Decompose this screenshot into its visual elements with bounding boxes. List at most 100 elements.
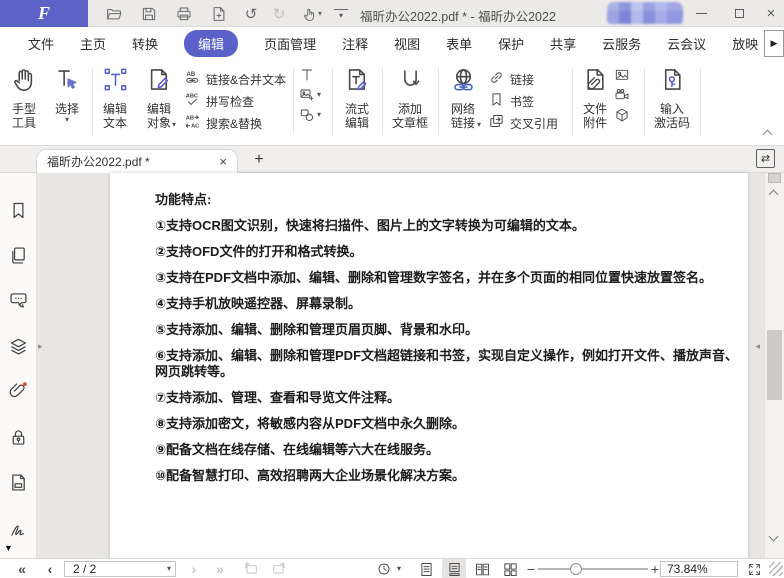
- single-page-view-button[interactable]: [414, 559, 438, 578]
- redo-icon[interactable]: ↻: [269, 4, 289, 24]
- split-view-handle[interactable]: [768, 173, 781, 183]
- sidebar-item-bookmarks[interactable]: [8, 200, 29, 221]
- link-merge-text-button[interactable]: 链接&合并文本: [184, 69, 286, 90]
- facing-view-button[interactable]: [470, 559, 494, 578]
- add-article-box-button[interactable]: 添加 文章框: [386, 66, 434, 130]
- file-attachment-button[interactable]: 文件 附件: [575, 66, 615, 130]
- sidebar-item-layers[interactable]: [8, 336, 29, 357]
- expand-left-panel-handle[interactable]: ▸: [38, 341, 43, 352]
- menu-tab-edit[interactable]: 编辑: [184, 30, 238, 57]
- menu-tab-file[interactable]: 文件: [28, 34, 54, 53]
- menu-tab-form[interactable]: 表单: [446, 34, 472, 53]
- menu-overflow-button[interactable]: ▶: [764, 30, 784, 57]
- flow-edit-button[interactable]: 流式 编辑: [336, 66, 378, 130]
- sidebar-item-attachments[interactable]: [8, 380, 29, 401]
- zoom-slider[interactable]: [538, 568, 648, 570]
- zoom-slider-thumb[interactable]: [570, 563, 582, 575]
- sidebar-item-security[interactable]: [8, 427, 29, 448]
- activation-code-button[interactable]: 输入 激活码: [648, 66, 696, 130]
- zoom-percentage-input[interactable]: 73.84%: [660, 561, 738, 577]
- text-line: ⑦支持添加、管理、查看和导览文件注释。: [155, 390, 740, 406]
- cross-reference-icon: [488, 113, 505, 135]
- bookmark-button[interactable]: 书签: [488, 91, 534, 112]
- sidebar-item-pages[interactable]: [8, 245, 29, 266]
- spell-check-button[interactable]: 拼写检查: [184, 91, 254, 112]
- reading-timer-button[interactable]: [374, 559, 394, 578]
- menu-tab-view[interactable]: 视图: [394, 34, 420, 53]
- menu-tab-convert[interactable]: 转换: [132, 34, 158, 53]
- previous-page-button[interactable]: ‹: [42, 559, 58, 578]
- edit-text-button[interactable]: 编辑 文本: [94, 66, 136, 130]
- next-view-button[interactable]: [268, 559, 290, 578]
- fit-page-button[interactable]: [744, 559, 764, 578]
- account-avatar-blurred[interactable]: [607, 2, 683, 24]
- add-shape-caret-icon: ▾: [317, 111, 321, 119]
- resize-grip[interactable]: [769, 562, 783, 576]
- close-icon: ×: [767, 5, 776, 22]
- text-line: ③支持在PDF文档中添加、编辑、删除和管理数字签名，并在多个页面的相同位置快速放…: [155, 270, 740, 286]
- scroll-down-icon[interactable]: [769, 532, 779, 542]
- hand-tool-button[interactable]: 手型 工具: [2, 66, 46, 130]
- panel-swap-button[interactable]: ⇄: [756, 149, 775, 168]
- scroll-up-icon[interactable]: [769, 190, 779, 200]
- minimize-button[interactable]: [686, 0, 716, 26]
- print-icon[interactable]: [174, 4, 194, 24]
- insert-3d-button[interactable]: [614, 107, 630, 123]
- select-tool-icon: [54, 66, 81, 98]
- expand-right-panel-handle[interactable]: ◂: [755, 341, 760, 352]
- add-image-button[interactable]: ▾: [299, 87, 321, 103]
- customize-toolbar-icon[interactable]: ▾: [334, 9, 348, 21]
- continuous-facing-view-button[interactable]: [498, 559, 522, 578]
- insert-video-button[interactable]: [614, 87, 630, 103]
- sidebar-item-fields[interactable]: [8, 472, 29, 493]
- menu-tab-page-management[interactable]: 页面管理: [264, 34, 316, 53]
- add-text-button[interactable]: [299, 67, 321, 83]
- edit-object-caret-icon: ▾: [172, 121, 176, 129]
- insert-image-button[interactable]: [614, 67, 630, 83]
- menu-tab-cloud-meeting[interactable]: 云会议: [667, 34, 706, 53]
- undo-icon[interactable]: ↺: [241, 4, 261, 24]
- new-tab-button[interactable]: +: [248, 149, 270, 171]
- menu-tab-cloud-service[interactable]: 云服务: [602, 34, 641, 53]
- first-page-button[interactable]: «: [12, 559, 32, 578]
- add-shape-button[interactable]: ▾: [299, 107, 321, 123]
- menu-tab-comment[interactable]: 注释: [342, 34, 368, 53]
- menu-tab-protect[interactable]: 保护: [498, 34, 524, 53]
- zoom-out-button[interactable]: −: [524, 559, 538, 578]
- touch-mode-caret-icon[interactable]: ▾: [315, 4, 325, 24]
- link-button[interactable]: 链接: [488, 69, 534, 90]
- sidebar-item-comments[interactable]: [8, 290, 29, 311]
- document-viewport[interactable]: 功能特点: ①支持OCR图文识别，快速将扫描件、图片上的文字转换为可编辑的文本。…: [37, 173, 764, 558]
- menu-tab-slideshow[interactable]: 放映: [732, 34, 758, 53]
- activation-code-icon: [659, 66, 686, 98]
- file-attachment-icon: [582, 66, 609, 98]
- menu-tab-home[interactable]: 主页: [80, 34, 106, 53]
- open-file-icon[interactable]: [104, 4, 124, 24]
- previous-view-button[interactable]: [240, 559, 262, 578]
- document-tab[interactable]: 福昕办公2022.pdf * ×: [36, 149, 238, 173]
- tab-close-icon[interactable]: ×: [219, 154, 227, 169]
- new-document-icon[interactable]: [209, 4, 229, 24]
- save-icon[interactable]: [139, 4, 159, 24]
- add-article-box-icon: [397, 66, 424, 98]
- text-line: ⑤支持添加、编辑、删除和管理页眉页脚、背景和水印。: [155, 322, 740, 338]
- sidebar-item-signatures[interactable]: [8, 518, 29, 539]
- scrollbar-thumb[interactable]: [767, 330, 782, 400]
- cross-reference-button[interactable]: 交叉引用: [488, 113, 558, 134]
- continuous-view-button[interactable]: [442, 559, 466, 578]
- sidebar-more-button[interactable]: ▼: [4, 543, 13, 553]
- ribbon-tab-bar: 文件 主页 转换 编辑 页面管理 注释 视图 表单 保护 共享 云服务 云会议 …: [0, 27, 784, 59]
- maximize-button[interactable]: [724, 0, 754, 26]
- vertical-scrollbar[interactable]: [764, 173, 784, 558]
- timer-caret-icon[interactable]: ▾: [394, 559, 404, 578]
- swap-arrows-icon: ⇄: [761, 152, 770, 165]
- select-tool-button[interactable]: 选择 ▾: [46, 66, 88, 124]
- document-tab-label: 福昕办公2022.pdf *: [47, 153, 150, 170]
- menu-tab-share[interactable]: 共享: [550, 34, 576, 53]
- close-button[interactable]: ×: [756, 0, 784, 26]
- last-page-button[interactable]: »: [210, 559, 230, 578]
- collapse-ribbon-button[interactable]: [760, 127, 774, 137]
- search-replace-button[interactable]: 搜索&替换: [184, 113, 262, 134]
- page-number-input[interactable]: 2 / 2 ▾: [64, 561, 176, 577]
- next-page-button[interactable]: ›: [186, 559, 202, 578]
